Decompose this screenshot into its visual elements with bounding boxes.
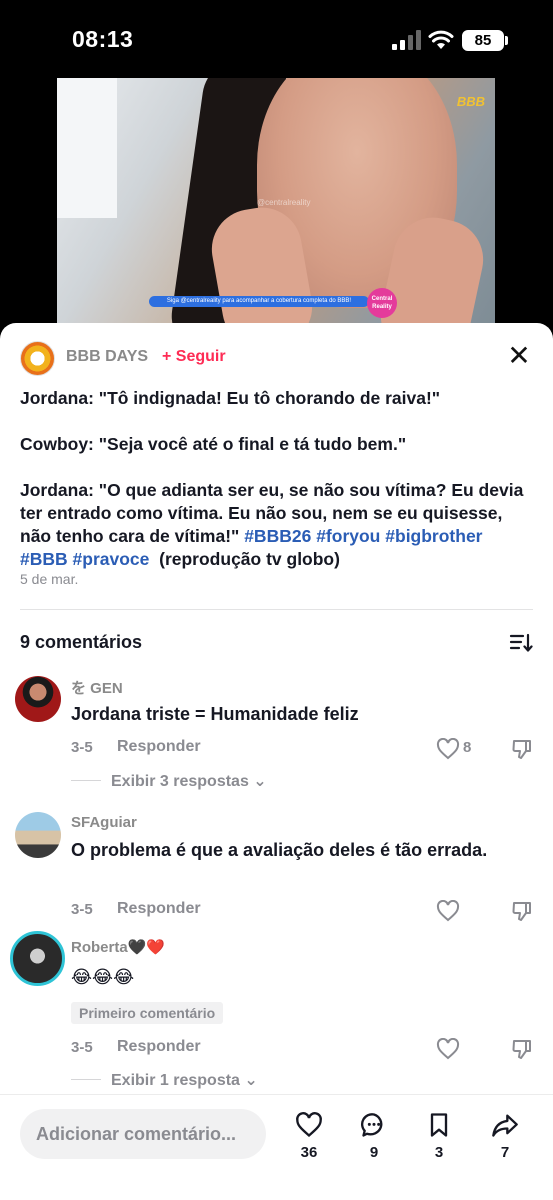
battery-indicator: 85 [462,30,504,51]
post-caption: Jordana: "Tô indignada! Eu tô chorando d… [20,387,535,571]
save-count: 3 [434,1144,444,1161]
bookmark-icon [430,1113,448,1137]
post-date: 5 de mar. [20,571,79,587]
commenter-name[interactable]: Roberta🖤❤️ [71,938,165,956]
author-avatar[interactable] [20,341,55,376]
add-comment-input[interactable]: Adicionar comentário... [20,1109,266,1159]
reply-button[interactable]: Responder [117,738,201,756]
bbb-logo: BBB [456,94,485,109]
heart-icon[interactable] [436,900,460,922]
divider [20,609,533,610]
caption-line-2: Cowboy: "Seja você até o final e tá tudo… [20,434,407,454]
video-player[interactable]: BBB @centralreality Siga @centralreality… [57,78,495,328]
hashtag[interactable]: #BBB26 [244,526,311,546]
commenter-name[interactable]: SFAguiar [71,814,137,831]
caption-line-3: Jordana: "O que adianta ser eu, se não s… [20,479,535,571]
author-name[interactable]: BBB DAYS [66,348,148,366]
dislike-icon[interactable] [511,1038,533,1060]
share-count: 7 [500,1144,510,1161]
comment-text: Jordana triste = Humanidade feliz [71,704,359,724]
comment-text: O problema é que a avaliação deles é tão… [71,840,488,860]
cellular-signal-icon [392,30,421,50]
share-arrow-icon [492,1114,518,1137]
chevron-down-icon: ⌄ [244,1072,258,1089]
caption-suffix: (reprodução tv globo) [159,549,340,569]
view-replies-button[interactable]: Exibir 3 respostas ⌄ [111,771,267,791]
commenter-name[interactable]: を GEN [71,677,123,698]
commenter-avatar[interactable] [15,812,61,858]
status-bar: 08:13 85 [0,0,553,78]
video-banner: Siga @centralreality para acompanhar a c… [149,296,369,307]
battery-nub [505,36,508,45]
post-author-row: BBB DAYS + Seguir ✕ [20,341,533,377]
comment-count: 9 [369,1144,379,1161]
clock: 08:13 [72,26,134,52]
like-count: 36 [300,1144,318,1161]
hashtag[interactable]: #bigbrother [385,526,482,546]
comment-action[interactable]: 9 [354,1111,394,1161]
hashtag[interactable]: #BBB [20,549,68,569]
hashtag[interactable]: #pravoce [73,549,150,569]
comment-date: 3-5 [71,739,93,756]
heart-icon[interactable] [436,738,460,760]
video-watermark: @centralreality [257,198,311,207]
comments-sheet: BBB DAYS + Seguir ✕ Jordana: "Tô indigna… [0,323,553,1200]
share-action[interactable]: 7 [485,1111,525,1161]
wifi-icon [428,30,454,49]
view-replies-button[interactable]: Exibir 1 resposta ⌄ [111,1070,258,1090]
caption-line-1: Jordana: "Tô indignada! Eu tô chorando d… [20,388,441,408]
reply-button[interactable]: Responder [117,1038,201,1056]
comments-count: 9 comentários [20,632,143,652]
first-comment-badge: Primeiro comentário [71,1002,224,1024]
follow-button[interactable]: + Seguir [162,348,226,366]
reply-button[interactable]: Responder [117,900,201,918]
dislike-icon[interactable] [511,900,533,922]
close-icon[interactable]: ✕ [505,342,533,371]
save-action[interactable]: 3 [419,1111,459,1161]
chevron-down-icon: ⌄ [253,773,267,790]
view-replies-label: Exibir 3 respostas [111,773,249,790]
replies-divider [71,1079,101,1080]
hashtag[interactable]: #foryou [316,526,380,546]
commenter-avatar[interactable] [15,676,61,722]
comment-text: 😂😂😂 [71,967,135,987]
sort-icon[interactable] [509,631,533,655]
bottom-action-bar: Adicionar comentário... 36 9 3 7 [0,1094,553,1200]
comment-date: 3-5 [71,901,93,918]
dislike-icon[interactable] [511,738,533,760]
comment-bubble-icon [360,1113,383,1137]
like-action[interactable]: 36 [289,1111,329,1161]
heart-icon[interactable] [436,1038,460,1060]
replies-divider [71,780,101,781]
commenter-avatar[interactable] [10,931,65,986]
view-replies-label: Exibir 1 resposta [111,1072,240,1089]
like-count: 8 [463,739,472,756]
heart-icon [296,1112,322,1138]
central-reality-badge: Central Reality [367,288,397,318]
video-bg-window [57,78,117,218]
comment-date: 3-5 [71,1039,93,1056]
